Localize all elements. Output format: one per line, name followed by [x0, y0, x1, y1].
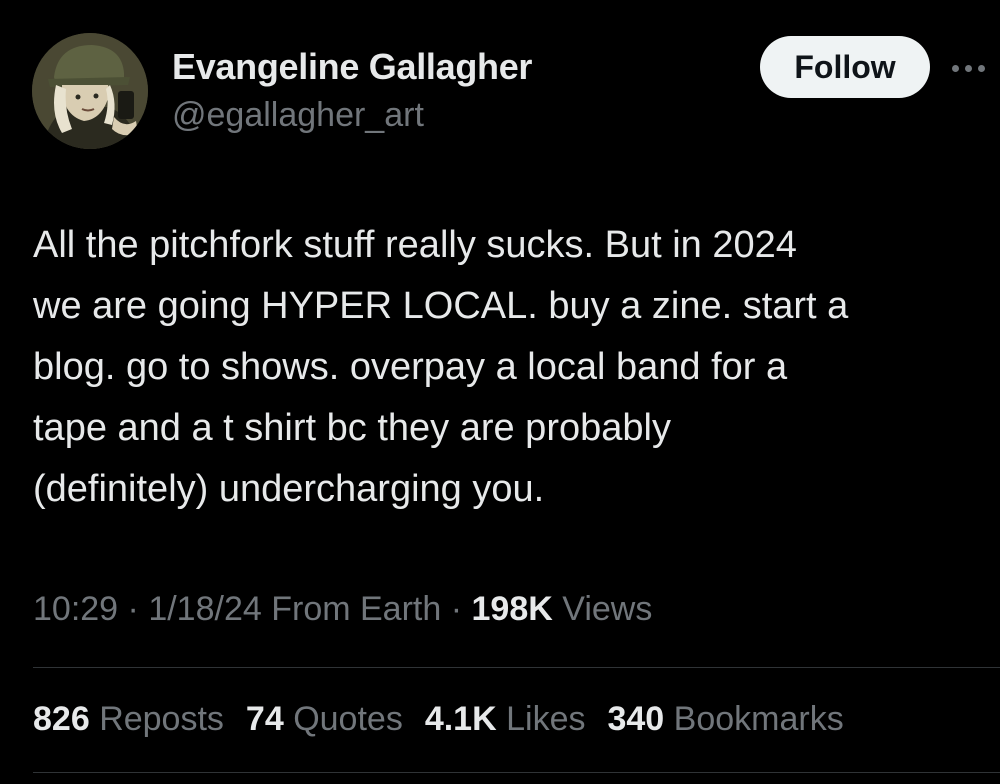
tweet-text-line: blog. go to shows. overpay a local band … — [33, 346, 788, 388]
reposts-count: 826 — [33, 700, 90, 738]
quotes-count: 74 — [245, 700, 284, 738]
quotes-label: Quotes — [293, 700, 403, 738]
likes-label: Likes — [506, 700, 586, 738]
divider — [33, 772, 1000, 773]
tweet-date[interactable]: 1/18/24 — [148, 590, 261, 628]
bookmarks-label: Bookmarks — [673, 700, 844, 738]
reposts-stat[interactable]: 826 Reposts — [33, 700, 224, 739]
illustrated-portrait-avatar-icon — [32, 33, 148, 149]
tweet-text: All the pitchfork stuff really sucks. Bu… — [33, 215, 983, 520]
tweet-text-line: All the pitchfork stuff really sucks. Bu… — [33, 224, 797, 266]
author-handle[interactable]: @egallagher_art — [172, 96, 424, 135]
bookmarks-stat[interactable]: 340 Bookmarks — [607, 700, 843, 739]
more-dot — [978, 64, 985, 72]
tweet-source: From Earth — [271, 590, 442, 628]
tweet-text-line: we are going HYPER LOCAL. buy a zine. st… — [33, 285, 849, 327]
author-display-name[interactable]: Evangeline Gallagher — [172, 46, 532, 88]
tweet-meta: 10:29 · 1/18/24 From Earth · 198K Views — [33, 590, 652, 629]
more-dot — [965, 64, 972, 72]
follow-button[interactable]: Follow — [760, 36, 930, 98]
engagement-stats: 826 Reposts 74 Quotes 4.1K Likes 340 Boo… — [33, 700, 844, 739]
tweet-text-line: tape and a t shirt bc they are probably — [33, 407, 671, 449]
divider — [33, 667, 1000, 668]
views-count[interactable]: 198K — [472, 590, 553, 628]
bookmarks-count: 340 — [607, 700, 665, 738]
meta-separator: · — [450, 590, 463, 628]
more-icon[interactable] — [952, 52, 1000, 84]
likes-count: 4.1K — [424, 700, 497, 738]
more-dot — [952, 64, 959, 72]
meta-separator: · — [127, 590, 139, 628]
tweet-text-line: (definitely) undercharging you. — [33, 468, 545, 510]
tweet-time[interactable]: 10:29 — [33, 590, 118, 628]
likes-stat[interactable]: 4.1K Likes — [425, 700, 586, 739]
quotes-stat[interactable]: 74 Quotes — [246, 700, 403, 739]
views-label[interactable]: Views — [562, 590, 652, 628]
avatar[interactable] — [32, 33, 148, 149]
reposts-label: Reposts — [99, 700, 224, 738]
